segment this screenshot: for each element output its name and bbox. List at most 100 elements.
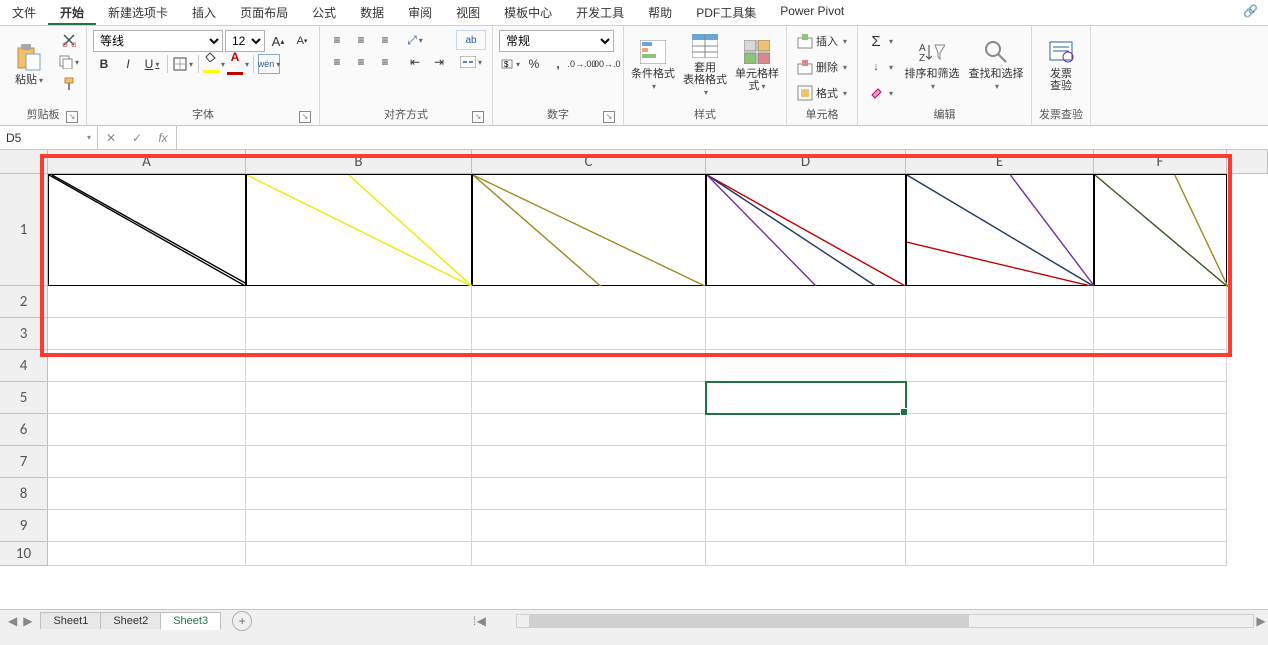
sheet-tab-3[interactable]: Sheet3 xyxy=(160,612,221,630)
row-header-6[interactable]: 6 xyxy=(0,414,48,446)
font-size-select[interactable]: 12 xyxy=(225,30,265,52)
accounting-button[interactable]: $ xyxy=(499,54,521,74)
format-painter-button[interactable] xyxy=(58,74,80,94)
number-format-select[interactable]: 常规 xyxy=(499,30,614,52)
cell-A10[interactable] xyxy=(48,542,246,566)
col-header-E[interactable]: E xyxy=(906,150,1094,174)
phonetic-button[interactable]: wén xyxy=(258,54,280,74)
cell-F10[interactable] xyxy=(1094,542,1227,566)
fx-button[interactable]: fx xyxy=(150,126,176,149)
cell-F2[interactable] xyxy=(1094,286,1227,318)
orientation-button[interactable]: ⤢ xyxy=(404,30,426,50)
tab-dev[interactable]: 开发工具 xyxy=(564,0,636,25)
select-all-corner[interactable] xyxy=(0,150,48,174)
col-header-A[interactable]: A xyxy=(48,150,246,174)
cell-F1[interactable] xyxy=(1094,174,1227,286)
underline-button[interactable]: U xyxy=(141,54,163,74)
format-cells-button[interactable]: 格式 xyxy=(793,82,851,104)
cell-F3[interactable] xyxy=(1094,318,1227,350)
cancel-formula-button[interactable]: ✕ xyxy=(98,126,124,149)
cell-A1[interactable] xyxy=(48,174,246,286)
cell-D8[interactable] xyxy=(706,478,906,510)
fill-button[interactable]: ↓ xyxy=(864,56,897,78)
percent-button[interactable]: % xyxy=(523,54,545,74)
cell-E3[interactable] xyxy=(906,318,1094,350)
cell-E7[interactable] xyxy=(906,446,1094,478)
cell-C6[interactable] xyxy=(472,414,706,446)
cell-E9[interactable] xyxy=(906,510,1094,542)
tab-powerpivot[interactable]: Power Pivot xyxy=(768,0,856,25)
tab-pdf[interactable]: PDF工具集 xyxy=(684,0,768,25)
sheet-nav-prev[interactable]: ◀ xyxy=(8,614,17,628)
cell-B9[interactable] xyxy=(246,510,472,542)
sheet-nav-next[interactable]: ▶ xyxy=(23,614,32,628)
cell-C3[interactable] xyxy=(472,318,706,350)
number-launcher[interactable]: ↘ xyxy=(603,111,615,123)
italic-button[interactable]: I xyxy=(117,54,139,74)
align-top-button[interactable]: ≡ xyxy=(326,30,348,50)
cut-button[interactable] xyxy=(58,30,80,50)
decrease-font-button[interactable]: A▾ xyxy=(291,31,313,51)
cell-styles-button[interactable]: 单元格样式 xyxy=(734,30,780,100)
spreadsheet-grid[interactable]: ABCDEF 12345678910 xyxy=(0,150,1268,609)
tab-template[interactable]: 模板中心 xyxy=(492,0,564,25)
cell-E4[interactable] xyxy=(906,350,1094,382)
cell-B10[interactable] xyxy=(246,542,472,566)
cell-A5[interactable] xyxy=(48,382,246,414)
cell-D1[interactable] xyxy=(706,174,906,286)
increase-indent-button[interactable]: ⇥ xyxy=(428,52,450,72)
cell-E10[interactable] xyxy=(906,542,1094,566)
align-left-button[interactable]: ≡ xyxy=(326,52,348,72)
col-header-C[interactable]: C xyxy=(472,150,706,174)
cell-F4[interactable] xyxy=(1094,350,1227,382)
paste-button[interactable]: 粘贴 xyxy=(6,30,52,100)
cell-E8[interactable] xyxy=(906,478,1094,510)
tab-review[interactable]: 审阅 xyxy=(396,0,444,25)
sheet-tab-2[interactable]: Sheet2 xyxy=(100,612,161,629)
comma-button[interactable]: , xyxy=(547,54,569,74)
cell-A9[interactable] xyxy=(48,510,246,542)
name-box[interactable]: D5 xyxy=(0,126,98,149)
row-header-5[interactable]: 5 xyxy=(0,382,48,414)
col-header-D[interactable]: D xyxy=(706,150,906,174)
font-name-select[interactable]: 等线 xyxy=(93,30,223,52)
cell-B4[interactable] xyxy=(246,350,472,382)
cell-E2[interactable] xyxy=(906,286,1094,318)
row-header-7[interactable]: 7 xyxy=(0,446,48,478)
cell-B3[interactable] xyxy=(246,318,472,350)
align-bottom-button[interactable]: ≡ xyxy=(374,30,396,50)
cell-E1[interactable] xyxy=(906,174,1094,286)
cell-C7[interactable] xyxy=(472,446,706,478)
col-header-F[interactable]: F xyxy=(1094,150,1227,174)
delete-cells-button[interactable]: 删除 xyxy=(793,56,851,78)
cell-B6[interactable] xyxy=(246,414,472,446)
row-header-2[interactable]: 2 xyxy=(0,286,48,318)
row-header-9[interactable]: 9 xyxy=(0,510,48,542)
tab-home[interactable]: 开始 xyxy=(48,0,96,25)
clipboard-launcher[interactable]: ↘ xyxy=(66,111,78,123)
cell-A6[interactable] xyxy=(48,414,246,446)
tab-view[interactable]: 视图 xyxy=(444,0,492,25)
cell-C1[interactable] xyxy=(472,174,706,286)
cell-D6[interactable] xyxy=(706,414,906,446)
cell-D9[interactable] xyxy=(706,510,906,542)
tab-insert[interactable]: 插入 xyxy=(180,0,228,25)
merge-button[interactable] xyxy=(456,52,486,72)
align-right-button[interactable]: ≡ xyxy=(374,52,396,72)
cell-B8[interactable] xyxy=(246,478,472,510)
align-launcher[interactable]: ↘ xyxy=(472,111,484,123)
bold-button[interactable]: B xyxy=(93,54,115,74)
conditional-format-button[interactable]: 条件格式 xyxy=(630,30,676,100)
sort-filter-button[interactable]: AZ 排序和筛选 xyxy=(903,30,961,100)
find-select-button[interactable]: 查找和选择 xyxy=(967,30,1025,100)
increase-decimal-button[interactable]: .0→.00 xyxy=(571,54,593,74)
cell-B7[interactable] xyxy=(246,446,472,478)
tab-newtab[interactable]: 新建选项卡 xyxy=(96,0,180,25)
cell-D7[interactable] xyxy=(706,446,906,478)
tab-formulas[interactable]: 公式 xyxy=(300,0,348,25)
decrease-decimal-button[interactable]: .00→.0 xyxy=(595,54,617,74)
row-header-3[interactable]: 3 xyxy=(0,318,48,350)
cell-D3[interactable] xyxy=(706,318,906,350)
col-header-B[interactable]: B xyxy=(246,150,472,174)
align-center-button[interactable]: ≡ xyxy=(350,52,372,72)
